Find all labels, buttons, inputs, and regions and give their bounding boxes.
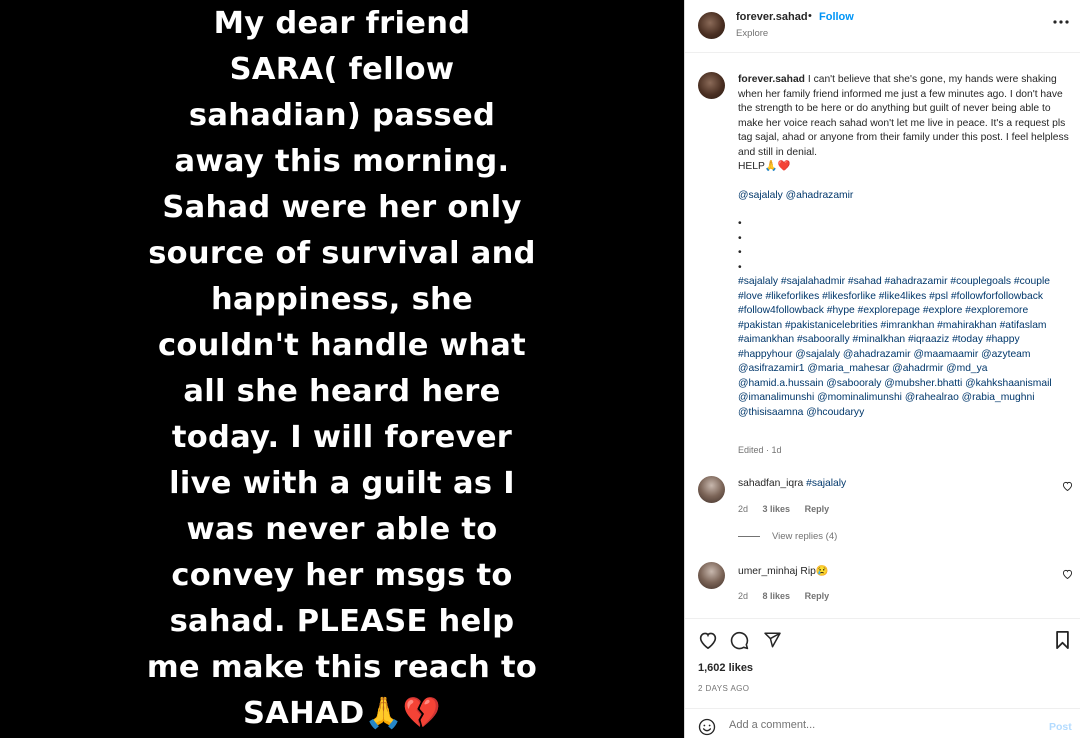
heart-icon[interactable] — [698, 631, 718, 654]
follow-button[interactable]: Follow — [819, 11, 854, 23]
comment-avatar[interactable] — [698, 562, 725, 589]
like-count[interactable]: 1,602 likes — [698, 662, 753, 674]
caption-avatar[interactable] — [698, 72, 725, 99]
comment-icon[interactable] — [730, 631, 749, 655]
reply-button[interactable]: Reply — [805, 591, 830, 601]
caption-text: I can't believe that she's gone, my hand… — [738, 74, 1069, 172]
comment-age: 2d — [738, 591, 749, 601]
comment-age: 2d — [738, 504, 749, 514]
caption-mentions[interactable]: @sajalaly @ahadrazamir — [738, 189, 1073, 204]
view-replies-button[interactable]: View replies (4) — [738, 531, 837, 542]
separator-dot: • — [808, 10, 812, 22]
comment-like-icon[interactable] — [1062, 569, 1073, 582]
comment-like-icon[interactable] — [1062, 481, 1073, 494]
comment-likes[interactable]: 3 likes — [763, 504, 791, 514]
comment-meta: 2d 8 likes Reply — [738, 591, 841, 601]
media-text: My dear friend SARA( fellow sahadian) pa… — [146, 6, 538, 731]
add-comment-bar: Post — [685, 708, 1080, 739]
view-replies-label: View replies (4) — [772, 531, 838, 542]
caption-username[interactable]: forever.sahad — [738, 74, 805, 85]
post-button[interactable]: Post — [1049, 721, 1072, 733]
bookmark-icon[interactable] — [1055, 631, 1070, 654]
post-actions — [685, 618, 1080, 659]
comment-body: umer_minhaj Rip😢 — [738, 564, 829, 577]
post-caption: forever.sahad I can't believe that she's… — [738, 73, 1073, 420]
comment-body: sahadfan_iqra #sajalaly — [738, 478, 846, 489]
share-icon[interactable] — [763, 631, 782, 654]
caption-text-block: forever.sahad I can't believe that she's… — [738, 73, 1073, 175]
more-options-icon[interactable] — [1053, 12, 1069, 30]
reply-line — [738, 535, 760, 537]
comment-avatar[interactable] — [698, 476, 725, 503]
comment-meta: 2d 3 likes Reply — [738, 504, 841, 514]
caption-hashtags[interactable]: #sajalaly #sajalahadmir #sahad #ahadraza… — [738, 275, 1073, 420]
post-date: 2 DAYS AGO — [698, 684, 750, 693]
post-header: forever.sahad • Follow Explore — [685, 0, 1080, 53]
add-comment-input[interactable] — [729, 719, 1019, 731]
avatar[interactable] — [698, 12, 725, 39]
header-subtitle[interactable]: Explore — [736, 28, 768, 39]
comment-likes[interactable]: 8 likes — [763, 591, 791, 601]
comment-username[interactable]: umer_minhaj — [738, 566, 798, 577]
comment-username[interactable]: sahadfan_iqra — [738, 478, 803, 489]
caption-bullets: • • • • — [738, 218, 742, 273]
comment-text: Rip😢 — [800, 566, 829, 577]
edited-timestamp: Edited · 1d — [738, 445, 782, 455]
header-username[interactable]: forever.sahad — [736, 11, 808, 23]
comment-text[interactable]: #sajalaly — [806, 478, 846, 489]
reply-button[interactable]: Reply — [805, 504, 830, 514]
post-side-panel: forever.sahad • Follow Explore forever.s… — [684, 0, 1080, 738]
post-media[interactable]: My dear friend SARA( fellow sahadian) pa… — [0, 0, 684, 738]
